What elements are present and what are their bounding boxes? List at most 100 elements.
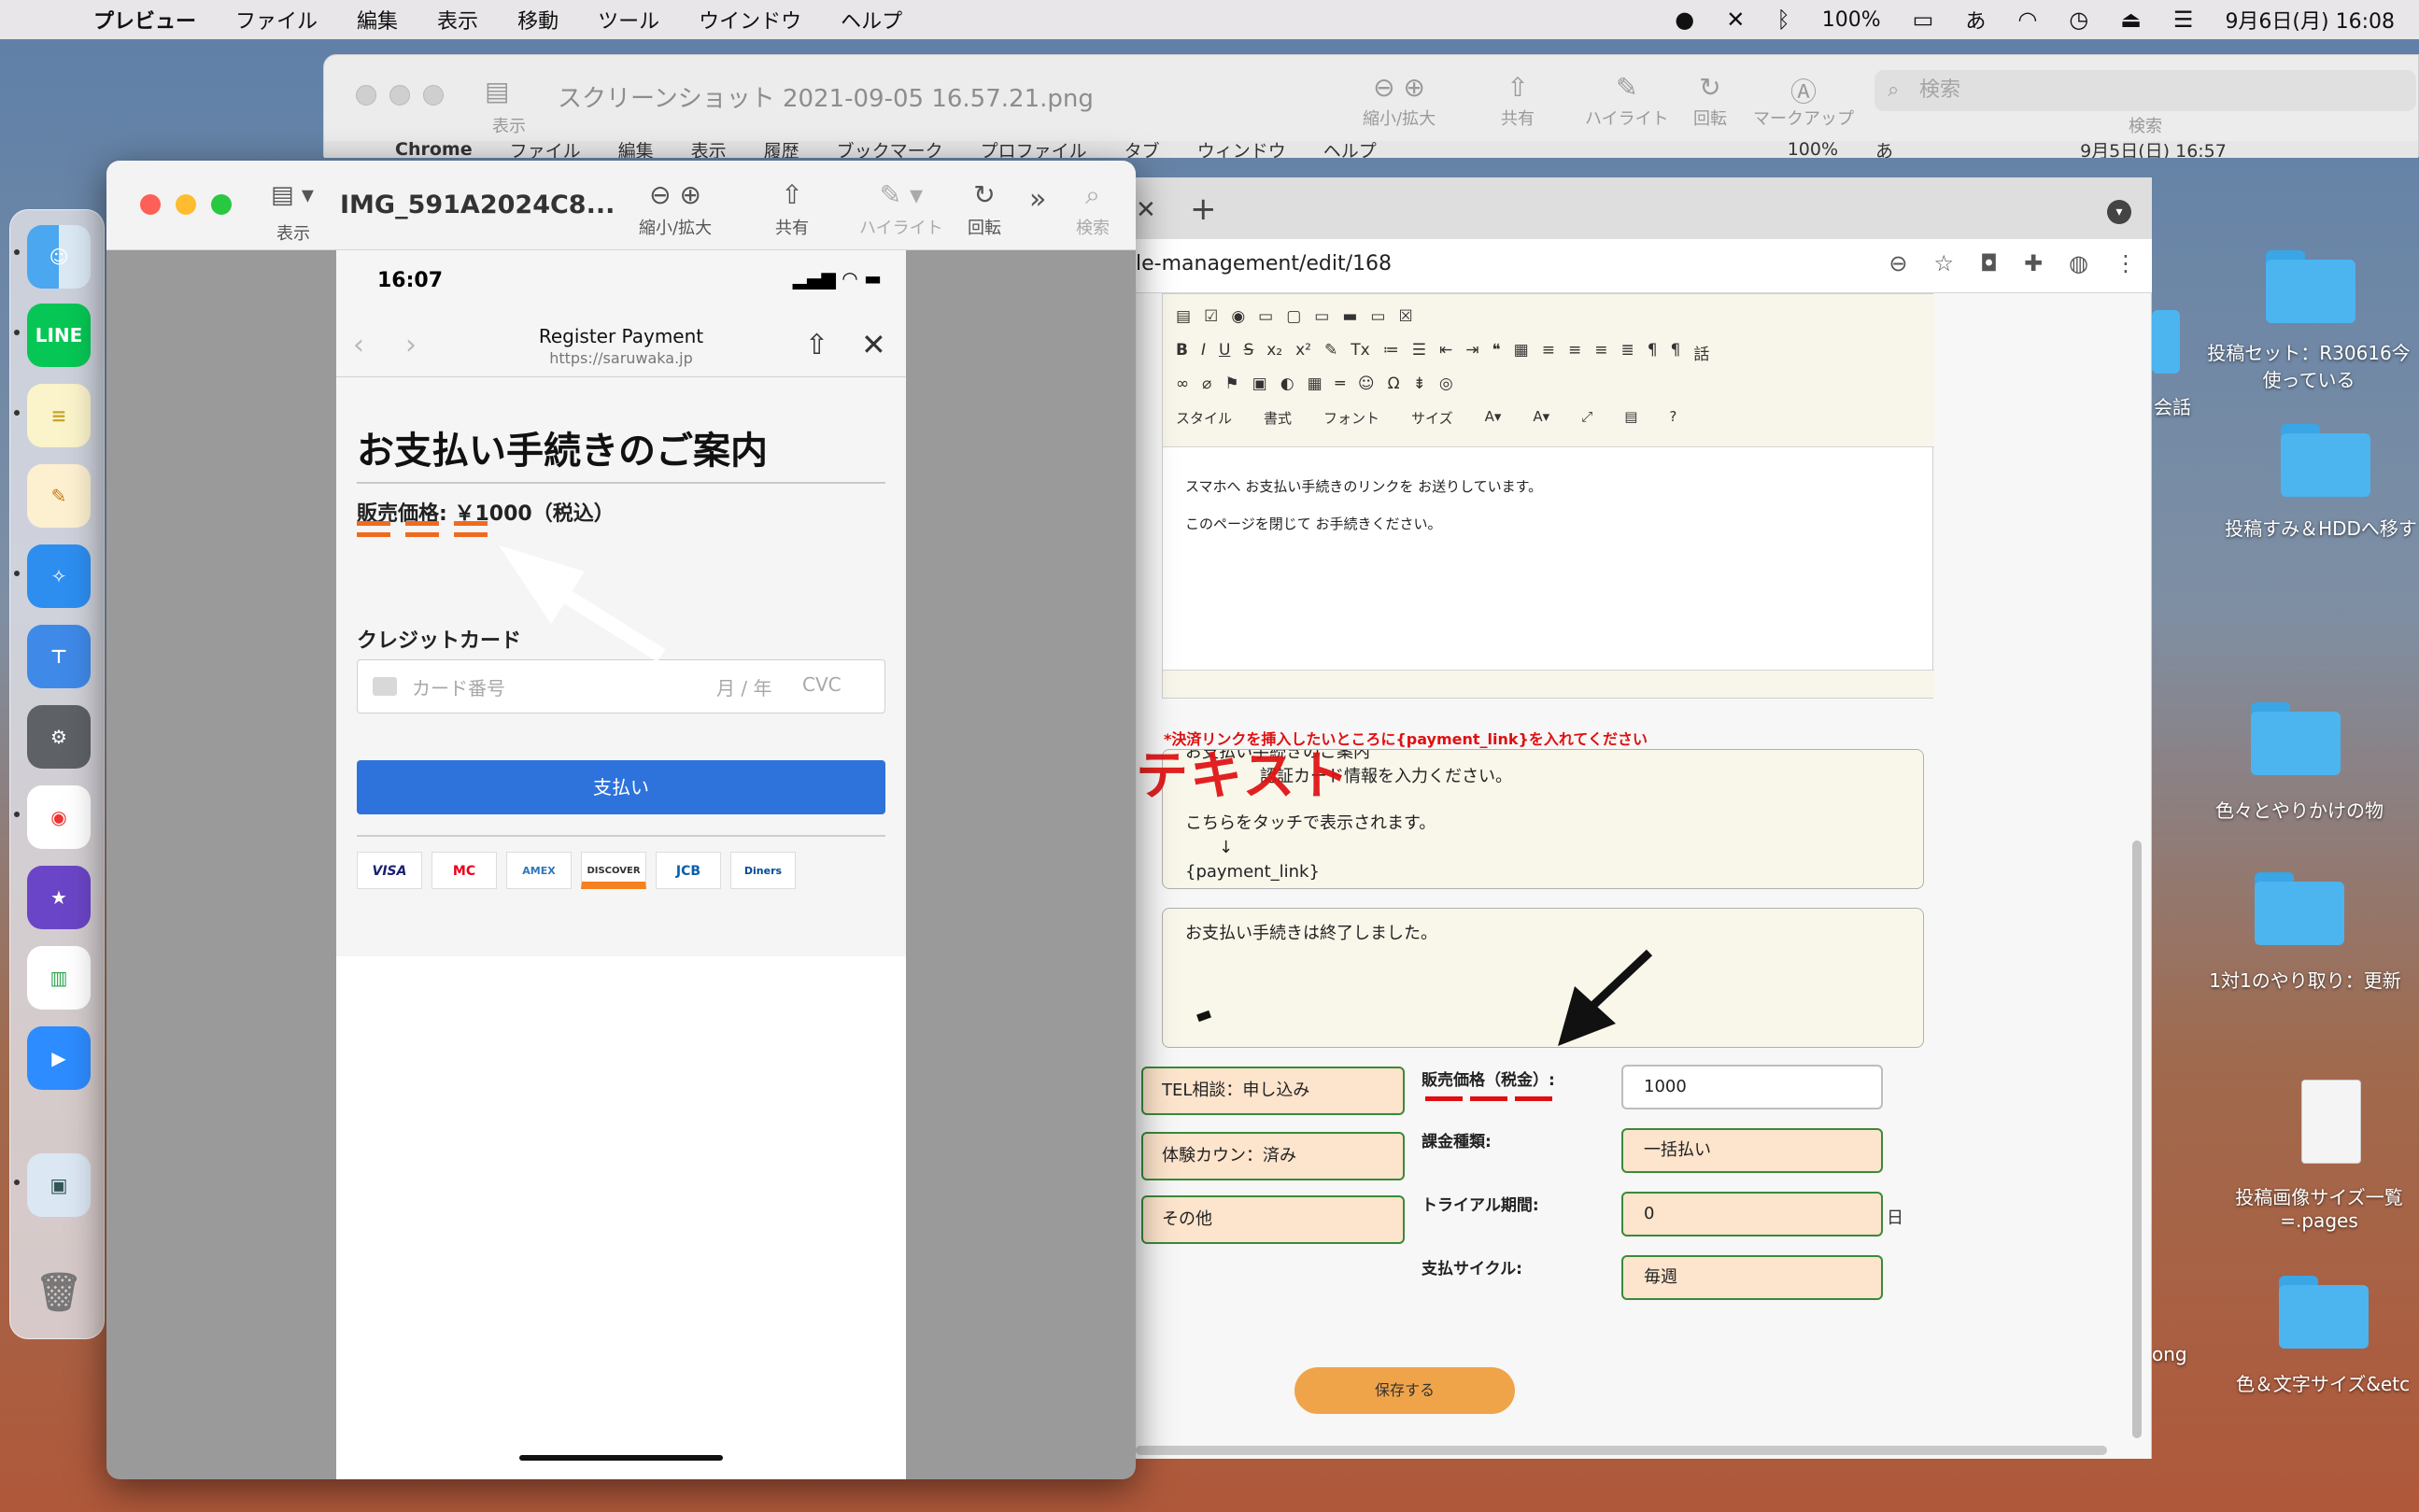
- image-icon[interactable]: ▣: [1252, 374, 1267, 393]
- bold-icon[interactable]: B: [1176, 341, 1188, 364]
- menu-go[interactable]: 移動: [517, 5, 559, 35]
- share-tool[interactable]: ⇧ 共有: [775, 179, 809, 239]
- remove-format-icon[interactable]: Tx: [1351, 341, 1369, 364]
- horizontal-scrollbar[interactable]: [1136, 1446, 2107, 1455]
- control-center-icon[interactable]: ☰: [2173, 7, 2194, 33]
- new-tab-icon[interactable]: +: [1190, 191, 1217, 228]
- help-icon[interactable]: ?: [1669, 408, 1676, 428]
- iframe-icon[interactable]: ◎: [1439, 374, 1453, 393]
- smiley-icon[interactable]: ☺: [1358, 374, 1375, 393]
- outdent-icon[interactable]: ⇤: [1439, 341, 1452, 364]
- zoom-out-icon[interactable]: ⊖: [1889, 250, 1907, 276]
- language-icon[interactable]: 話: [1693, 341, 1709, 364]
- keynote-icon[interactable]: ⊤: [27, 625, 91, 688]
- align-right-icon[interactable]: ≡: [1594, 341, 1607, 364]
- copy-format-icon[interactable]: ✎: [1324, 341, 1337, 364]
- show-blocks-icon[interactable]: ▤: [1624, 408, 1637, 428]
- image-button-icon[interactable]: ▭: [1370, 307, 1385, 326]
- more-menu-icon[interactable]: ⋮: [2115, 250, 2137, 276]
- button-icon[interactable]: ▬: [1342, 307, 1357, 326]
- desktop-folder[interactable]: [2255, 872, 2344, 945]
- more-tools-icon[interactable]: »: [1029, 183, 1046, 216]
- sidebar-toggle-icon[interactable]: ▤ ▾: [271, 181, 314, 209]
- eject-icon[interactable]: ⏏: [2120, 7, 2142, 33]
- tab-close-icon[interactable]: ✕: [1136, 196, 1156, 224]
- back-search-field[interactable]: ⌕ 検索: [1874, 70, 2416, 111]
- pages-icon[interactable]: ✎: [27, 464, 91, 528]
- trash-icon[interactable]: 🗑: [27, 1260, 91, 1323]
- size-dropdown[interactable]: サイズ: [1411, 408, 1453, 428]
- superscript-icon[interactable]: x²: [1295, 341, 1311, 364]
- omnibox[interactable]: le-management/edit/168 ⊖ ☆ ◘ ✚ ◍ ⋮: [1136, 239, 2152, 293]
- vertical-scrollbar[interactable]: [2132, 841, 2142, 1438]
- menu-help[interactable]: ヘルプ: [841, 5, 902, 35]
- editor-body[interactable]: スマホへ お支払い手続きのリンクを お送りしています。 このページを閉じて お手…: [1185, 468, 1542, 543]
- desktop-folder[interactable]: [2279, 1276, 2369, 1349]
- anchor-icon[interactable]: ⚑: [1224, 374, 1238, 393]
- numbered-list-icon[interactable]: ≔: [1383, 341, 1399, 364]
- blockquote-icon[interactable]: ❝: [1492, 341, 1500, 364]
- minimize-window-button[interactable]: [176, 194, 196, 215]
- zoom-window-button[interactable]: [211, 194, 232, 215]
- form-icon[interactable]: ▤: [1176, 307, 1191, 326]
- rtl-icon[interactable]: ¶: [1671, 341, 1681, 364]
- zoom-tool[interactable]: ⊖ ⊕ 縮小/拡大: [639, 179, 712, 239]
- zoom-tool[interactable]: ⊖ ⊕ 縮小/拡大: [1363, 72, 1436, 130]
- bullet-list-icon[interactable]: ☰: [1412, 341, 1426, 364]
- camera-icon[interactable]: ◘: [1980, 250, 1998, 276]
- pagebreak-icon[interactable]: ⇟: [1413, 374, 1426, 393]
- extensions-icon[interactable]: ✚: [2024, 250, 2043, 276]
- strike-icon[interactable]: S: [1243, 341, 1253, 364]
- rich-text-editor[interactable]: ▤ ☑ ◉ ▭ ▢ ▭ ▬ ▭ ☒ B I U Sx₂ x² ✎ Tx ≔ ☰ ⇤ ⇥ ❝ ▦ ≡ ≡ ≡ ≣ ¶ ¶ 話 ∞ ⌀ ⚑ ▣ ◐…: [1162, 293, 1934, 699]
- style-dropdown[interactable]: スタイル: [1176, 408, 1232, 428]
- preview-icon[interactable]: ▣: [27, 1153, 91, 1217]
- chrome-icon[interactable]: ◉: [27, 785, 91, 849]
- rotate-tool[interactable]: ↻ 回転: [968, 179, 1001, 239]
- tel-consult-button[interactable]: TEL相談：申し込み: [1141, 1067, 1405, 1115]
- input-method-icon[interactable]: あ: [1965, 5, 1986, 35]
- line-icon[interactable]: ●: [1675, 7, 1694, 33]
- maximize-icon[interactable]: ⤢: [1581, 408, 1592, 428]
- credit-card-input[interactable]: カード番号 月 / 年 CVC: [357, 659, 885, 714]
- menu-clock[interactable]: 9月6日(月) 16:08: [2225, 5, 2395, 35]
- italic-icon[interactable]: I: [1201, 341, 1206, 364]
- align-left-icon[interactable]: ≡: [1542, 341, 1555, 364]
- indent-icon[interactable]: ⇥: [1465, 341, 1478, 364]
- justify-icon[interactable]: ≣: [1620, 341, 1634, 364]
- menu-tools[interactable]: ツール: [598, 5, 659, 35]
- desktop-folder[interactable]: [2251, 702, 2341, 775]
- markup-tool[interactable]: Ⓐ マークアップ: [1753, 72, 1854, 130]
- wifi-icon[interactable]: ◠: [2017, 7, 2037, 33]
- battery-icon[interactable]: ▭: [1913, 7, 1934, 33]
- ltr-icon[interactable]: ¶: [1648, 341, 1658, 364]
- payment-cycle-select[interactable]: 毎週: [1621, 1255, 1883, 1300]
- tab-search-icon[interactable]: ▾: [2107, 200, 2131, 224]
- hidden-field-icon[interactable]: ☒: [1398, 307, 1412, 326]
- price-input[interactable]: 1000: [1621, 1065, 1883, 1109]
- billing-type-select[interactable]: 一括払い: [1621, 1128, 1883, 1173]
- apple-icon[interactable]: [35, 4, 67, 35]
- table-icon[interactable]: ▦: [1308, 374, 1323, 393]
- completion-message-textarea[interactable]: お支払い手続きは終了しました。: [1162, 908, 1924, 1048]
- desktop-folder[interactable]: [2266, 250, 2355, 323]
- zoom-icon[interactable]: ▶: [27, 1026, 91, 1090]
- editor-resize-bar[interactable]: [1163, 670, 1934, 698]
- line-app-icon[interactable]: LINE: [27, 304, 91, 367]
- time-machine-icon[interactable]: ◷: [2069, 7, 2088, 33]
- close-icon[interactable]: ✕: [861, 327, 886, 362]
- notes-icon[interactable]: ≡: [27, 384, 91, 447]
- select-icon[interactable]: ▭: [1314, 307, 1329, 326]
- menu-window[interactable]: ウインドウ: [699, 5, 801, 35]
- sidebar-toggle-icon[interactable]: ▤: [485, 76, 509, 106]
- special-char-icon[interactable]: Ω: [1388, 374, 1400, 393]
- profile-avatar-icon[interactable]: ◍: [2069, 250, 2088, 276]
- finder-icon[interactable]: ☺: [27, 225, 91, 289]
- numbers-icon[interactable]: ▥: [27, 946, 91, 1010]
- system-preferences-icon[interactable]: ⚙: [27, 705, 91, 769]
- div-icon[interactable]: ▦: [1514, 341, 1529, 364]
- link-icon[interactable]: ∞: [1176, 374, 1189, 393]
- highlight-tool[interactable]: ✎ ▾ ハイライト: [859, 179, 943, 239]
- align-center-icon[interactable]: ≡: [1568, 341, 1581, 364]
- other-button[interactable]: その他: [1141, 1195, 1405, 1244]
- safari-icon[interactable]: ✧: [27, 544, 91, 608]
